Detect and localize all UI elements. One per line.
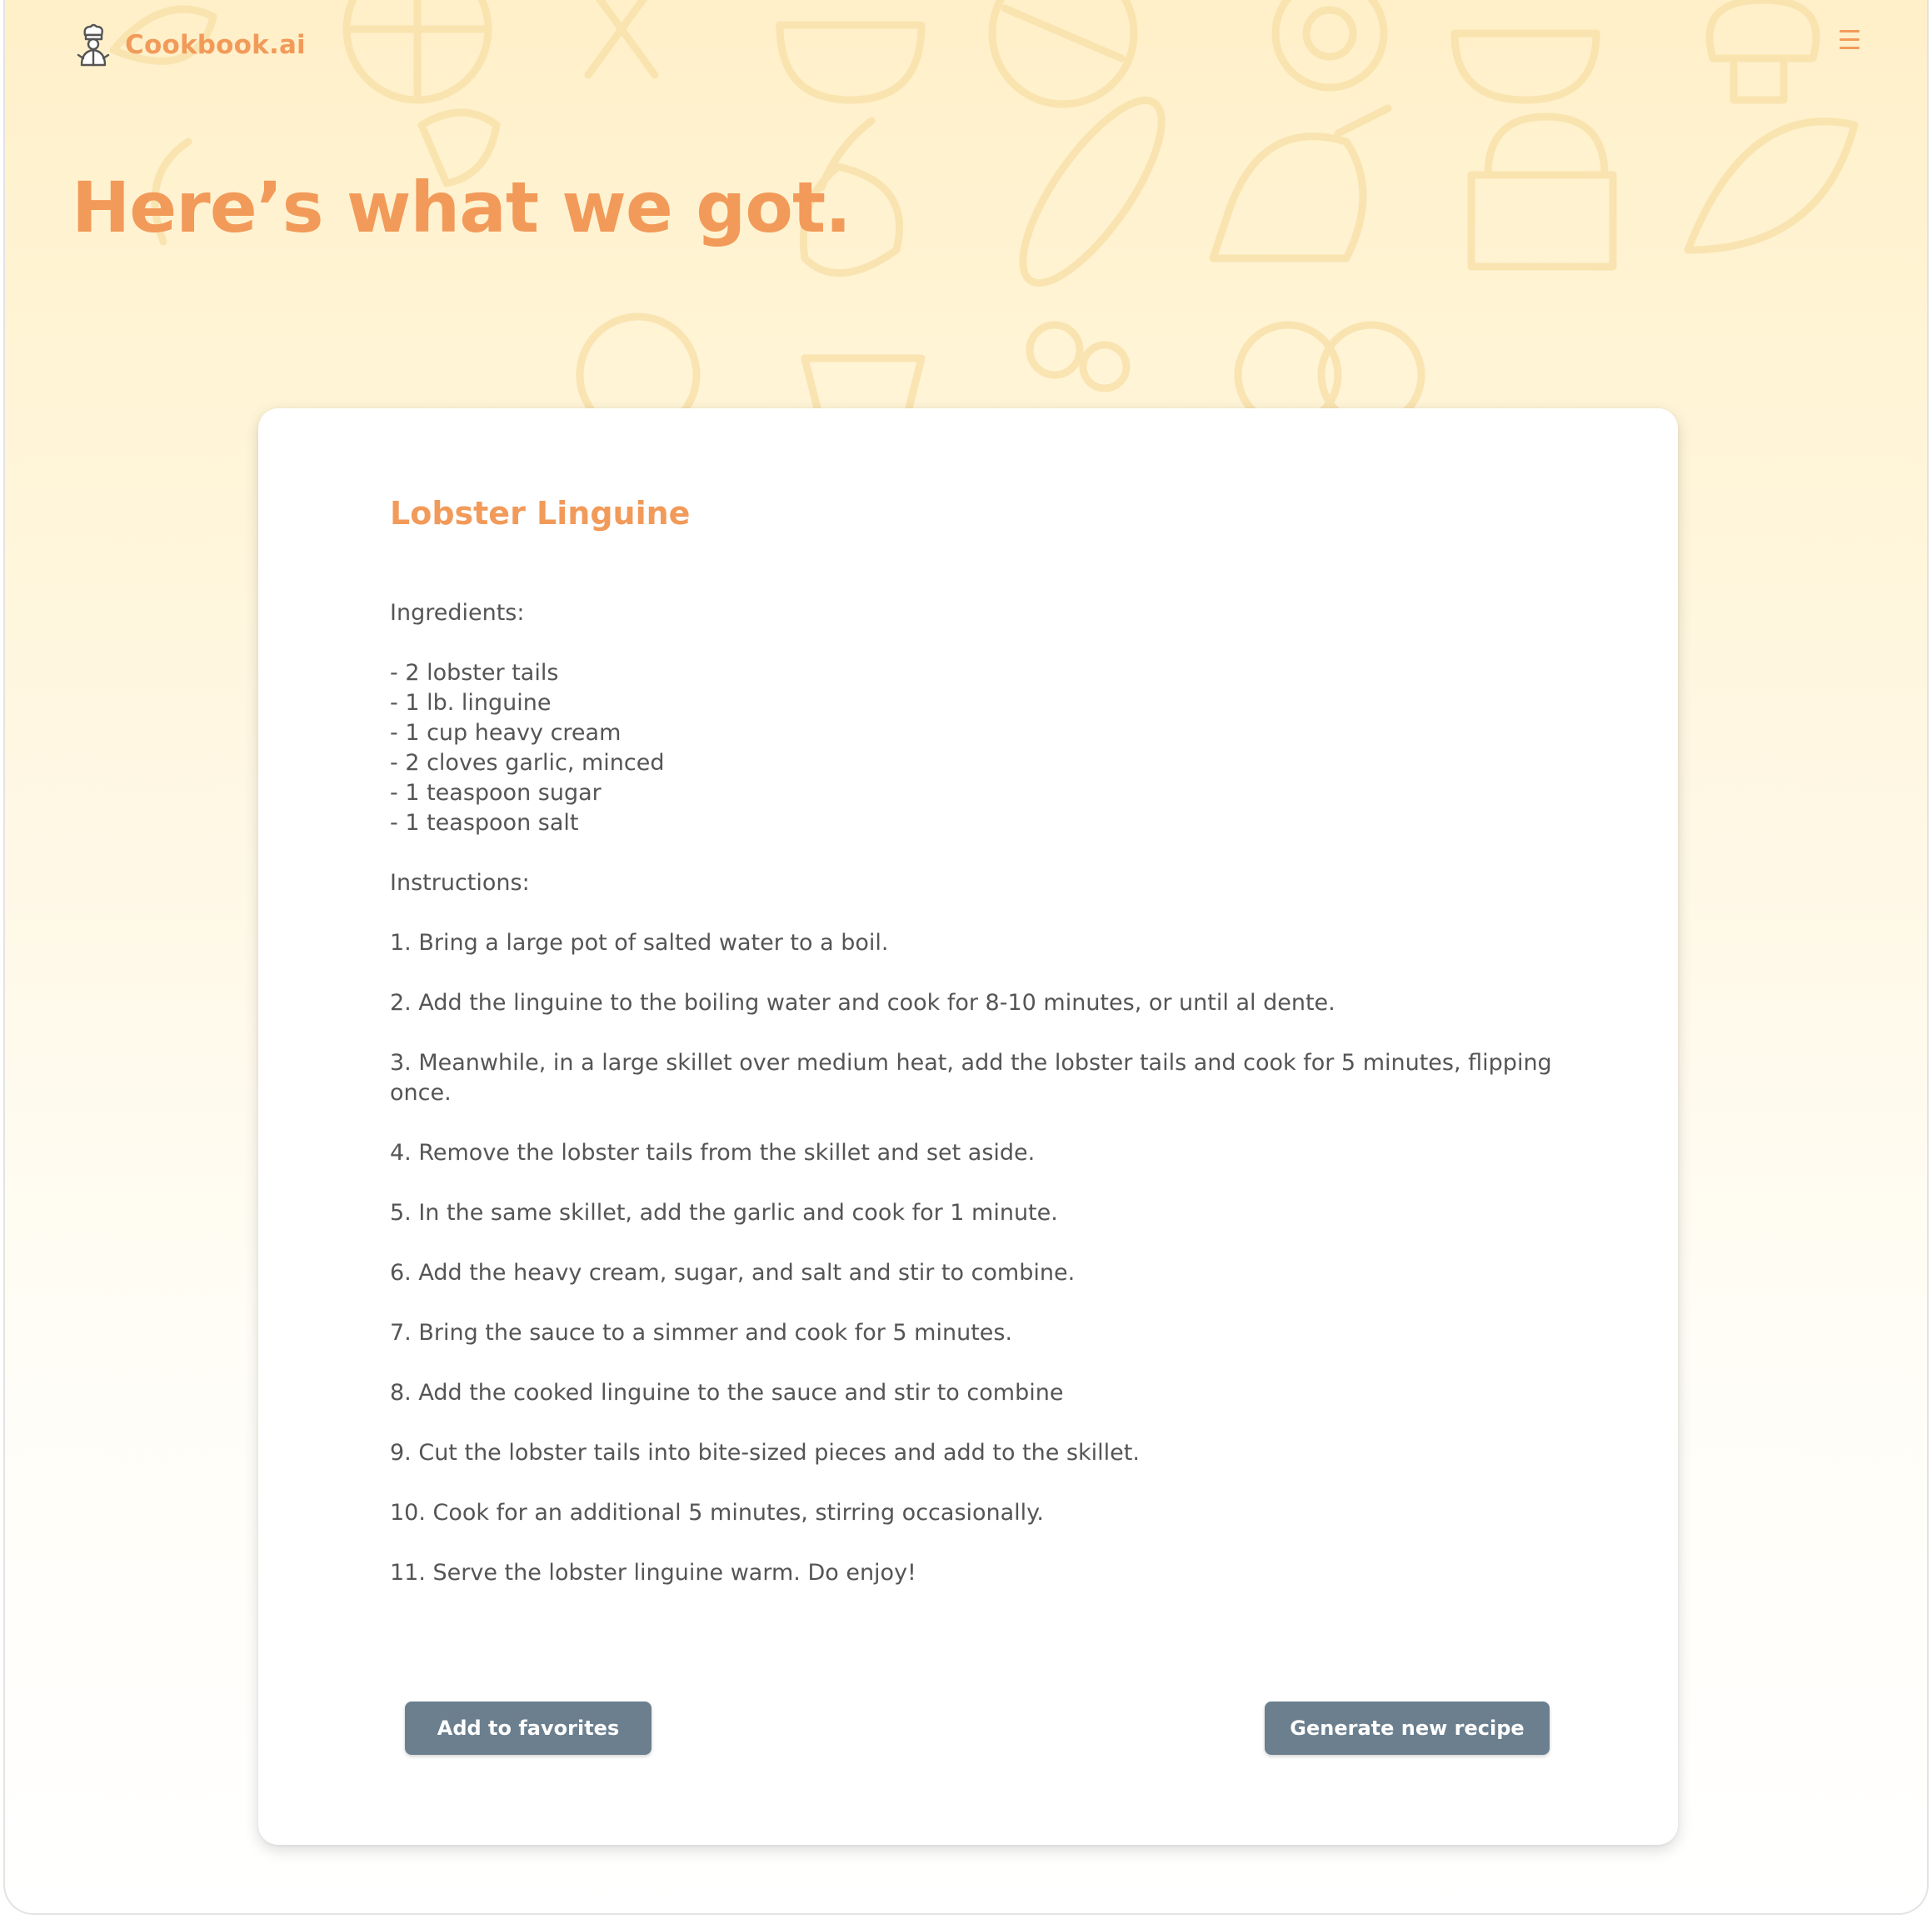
instruction-list: 1. Bring a large pot of salted water to … (390, 928, 1556, 1588)
ingredient-item: - 1 lb. linguine (390, 690, 552, 716)
brand-name: Cookbook.ai (125, 30, 306, 60)
instruction-step: 10. Cook for an additional 5 minutes, st… (390, 1500, 1044, 1526)
instruction-step: 6. Add the heavy cream, sugar, and salt … (390, 1260, 1076, 1286)
chef-icon (77, 23, 110, 67)
ingredient-list: - 2 lobster tails - 1 lb. linguine - 1 c… (390, 658, 1556, 838)
recipe-title: Lobster Linguine (390, 495, 691, 532)
app-window: Cookbook.ai Here’s what we got. Lobster … (3, 0, 1929, 1915)
instructions-heading: Instructions: (390, 870, 530, 896)
ingredient-item: - 1 teaspoon sugar (390, 780, 602, 806)
instruction-step: 7. Bring the sauce to a simmer and cook … (390, 1320, 1013, 1346)
hamburger-menu-icon (1838, 30, 1865, 49)
recipe-body: Ingredients: - 2 lobster tails - 1 lb. l… (390, 598, 1556, 1618)
ingredient-item: - 1 teaspoon salt (390, 810, 579, 836)
brand-logo[interactable]: Cookbook.ai (73, 23, 306, 67)
page-title: Here’s what we got. (72, 167, 851, 248)
ingredients-heading: Ingredients: (390, 600, 525, 626)
top-navbar: Cookbook.ai (5, 0, 1927, 92)
instruction-step: 2. Add the linguine to the boiling water… (390, 990, 1335, 1016)
instruction-step: 1. Bring a large pot of salted water to … (390, 930, 889, 956)
add-to-favorites-button[interactable]: Add to favorites (405, 1702, 651, 1755)
instruction-step: 3. Meanwhile, in a large skillet over me… (390, 1050, 1552, 1106)
instruction-step: 8. Add the cooked linguine to the sauce … (390, 1380, 1064, 1406)
ingredient-item: - 2 lobster tails (390, 660, 559, 686)
instruction-step: 4. Remove the lobster tails from the ski… (390, 1140, 1036, 1166)
instruction-step: 9. Cut the lobster tails into bite-sized… (390, 1440, 1140, 1466)
recipe-card: Lobster Linguine Ingredients: - 2 lobste… (258, 408, 1678, 1845)
generate-new-recipe-button[interactable]: Generate new recipe (1265, 1702, 1550, 1755)
ingredient-item: - 2 cloves garlic, minced (390, 750, 665, 776)
instruction-step: 11. Serve the lobster linguine warm. Do … (390, 1560, 916, 1586)
instruction-step: 5. In the same skillet, add the garlic a… (390, 1200, 1058, 1226)
hamburger-menu-button[interactable] (1838, 30, 1865, 57)
ingredient-item: - 1 cup heavy cream (390, 720, 622, 746)
